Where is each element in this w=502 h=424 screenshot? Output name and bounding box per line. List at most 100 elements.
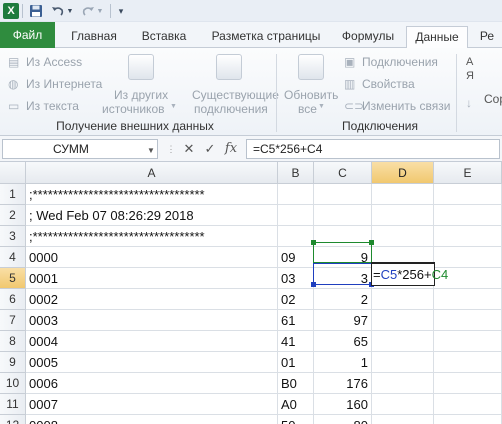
column-header-a[interactable]: A — [26, 162, 278, 184]
cell-d[interactable] — [372, 184, 434, 205]
insert-function-button[interactable]: fx — [222, 140, 240, 158]
redo-icon[interactable] — [80, 3, 96, 19]
cell-b[interactable]: 50 — [278, 415, 314, 424]
cell-e[interactable] — [434, 415, 502, 424]
edit-links-button[interactable]: Изменить связи — [362, 99, 450, 113]
formula-input[interactable]: =C5*256+C4 — [246, 139, 500, 159]
redo-dropdown-icon[interactable]: ▼ — [96, 3, 104, 19]
reference-handle[interactable] — [369, 240, 374, 245]
cell-c[interactable]: 80 — [314, 415, 372, 424]
from-access-button[interactable]: Из Access — [26, 55, 82, 69]
cell-d[interactable] — [372, 352, 434, 373]
row-header[interactable]: 5 — [0, 268, 26, 289]
column-header-d[interactable]: D — [372, 162, 434, 184]
cell-d[interactable] — [372, 394, 434, 415]
from-text-button[interactable]: Из текста — [26, 99, 79, 113]
undo-icon[interactable] — [50, 3, 66, 19]
cell-c[interactable] — [314, 205, 372, 226]
name-box-dropdown-icon[interactable]: ▼ — [147, 146, 155, 155]
row-header[interactable]: 11 — [0, 394, 26, 415]
cell-a[interactable]: 0008 — [26, 415, 278, 424]
cancel-formula-button[interactable]: ✕ — [180, 140, 198, 158]
column-header-b[interactable]: B — [278, 162, 314, 184]
tab-page-layout[interactable]: Разметка страницы — [202, 26, 330, 48]
from-web-button[interactable]: Из Интернета — [26, 77, 102, 91]
row-header[interactable]: 8 — [0, 331, 26, 352]
cell-a[interactable]: ;********************************** — [26, 226, 278, 247]
cell-c[interactable]: 3 — [314, 268, 372, 289]
cell-c[interactable] — [314, 184, 372, 205]
cell-b[interactable]: 41 — [278, 331, 314, 352]
customize-toolbar-icon[interactable]: ▾ — [115, 3, 127, 19]
cell-d[interactable] — [372, 331, 434, 352]
cell-a[interactable]: ; Wed Feb 07 08:26:29 2018 — [26, 205, 278, 226]
name-box[interactable]: СУММ — [2, 139, 158, 159]
save-icon[interactable] — [28, 3, 44, 19]
cell-d[interactable] — [372, 205, 434, 226]
cell-a[interactable]: 0003 — [26, 310, 278, 331]
cell-a[interactable]: 0007 — [26, 394, 278, 415]
cell-b[interactable]: B0 — [278, 373, 314, 394]
cell-b[interactable]: 09 — [278, 247, 314, 268]
cell-a[interactable]: 0006 — [26, 373, 278, 394]
column-header-c[interactable]: C — [314, 162, 372, 184]
cell-a[interactable]: 0001 — [26, 268, 278, 289]
editing-cell-d5[interactable]: =C5*256+C4 — [371, 262, 448, 286]
cell-e[interactable] — [434, 205, 502, 226]
enter-formula-button[interactable]: ✓ — [201, 140, 219, 158]
tab-home[interactable]: Главная — [62, 26, 126, 48]
cell-c[interactable]: 1 — [314, 352, 372, 373]
cell-d[interactable] — [372, 310, 434, 331]
undo-dropdown-icon[interactable]: ▼ — [66, 3, 74, 19]
cell-b[interactable] — [278, 226, 314, 247]
refresh-all-button-line2[interactable]: все — [298, 102, 317, 116]
cell-b[interactable]: 02 — [278, 289, 314, 310]
refresh-all-button-line1[interactable]: Обновить — [284, 88, 338, 102]
row-header[interactable]: 7 — [0, 310, 26, 331]
tab-formulas[interactable]: Формулы — [334, 26, 402, 48]
tab-review[interactable]: Ре — [472, 26, 502, 48]
cell-a[interactable]: ;********************************** — [26, 184, 278, 205]
tab-file[interactable]: Файл — [0, 22, 55, 48]
cell-e[interactable] — [434, 394, 502, 415]
cell-e[interactable] — [434, 373, 502, 394]
row-header[interactable]: 1 — [0, 184, 26, 205]
other-sources-button-line1[interactable]: Из других — [114, 88, 168, 102]
row-header[interactable]: 4 — [0, 247, 26, 268]
cell-a[interactable]: 0000 — [26, 247, 278, 268]
row-header[interactable]: 9 — [0, 352, 26, 373]
cell-b[interactable]: 01 — [278, 352, 314, 373]
column-header-e[interactable]: E — [434, 162, 502, 184]
tab-data[interactable]: Данные — [406, 26, 468, 49]
cell-e[interactable] — [434, 331, 502, 352]
cell-a[interactable]: 0004 — [26, 331, 278, 352]
row-header[interactable]: 10 — [0, 373, 26, 394]
cell-e[interactable] — [434, 184, 502, 205]
connections-button[interactable]: Подключения — [362, 55, 438, 69]
cell-c[interactable] — [314, 226, 372, 247]
row-header[interactable]: 12 — [0, 415, 26, 424]
cell-d[interactable] — [372, 373, 434, 394]
cell-e[interactable] — [434, 247, 502, 268]
cell-e[interactable] — [434, 226, 502, 247]
reference-handle[interactable] — [311, 282, 316, 287]
sort-button-partial[interactable]: Сор — [484, 92, 502, 106]
existing-connections-button-line1[interactable]: Существующие — [192, 88, 279, 102]
row-header[interactable]: 6 — [0, 289, 26, 310]
tab-insert[interactable]: Вставка — [134, 26, 194, 48]
existing-connections-button-line2[interactable]: подключения — [194, 102, 268, 116]
cell-d[interactable] — [372, 226, 434, 247]
cell-e[interactable] — [434, 289, 502, 310]
cell-b[interactable]: 61 — [278, 310, 314, 331]
cell-b[interactable] — [278, 205, 314, 226]
cell-b[interactable] — [278, 184, 314, 205]
cell-c[interactable]: 160 — [314, 394, 372, 415]
select-all-corner[interactable] — [0, 162, 26, 184]
row-header[interactable]: 3 — [0, 226, 26, 247]
cell-c[interactable]: 2 — [314, 289, 372, 310]
cell-e[interactable] — [434, 310, 502, 331]
row-header[interactable]: 2 — [0, 205, 26, 226]
cell-c[interactable]: 65 — [314, 331, 372, 352]
cell-c[interactable]: 176 — [314, 373, 372, 394]
cell-b[interactable]: A0 — [278, 394, 314, 415]
